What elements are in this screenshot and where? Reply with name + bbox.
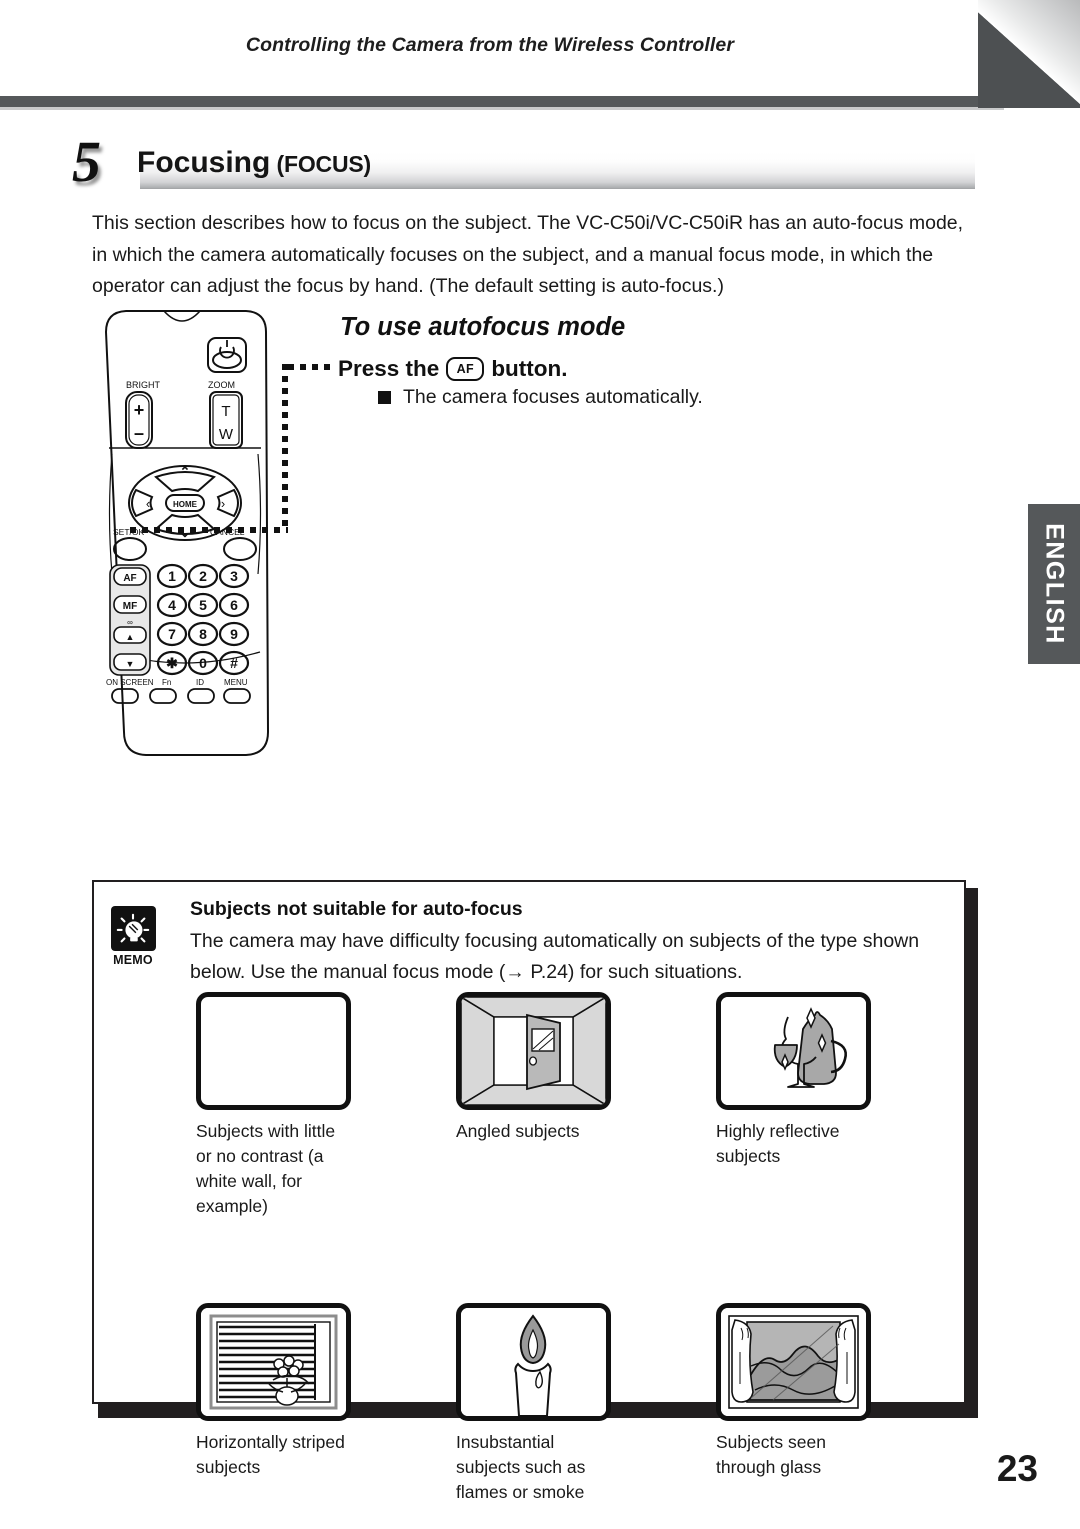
svg-text:MF: MF: [123, 601, 137, 612]
lightbulb-icon: [110, 906, 156, 951]
svg-text:W: W: [219, 426, 234, 443]
svg-text:CANCEL: CANCEL: [210, 527, 245, 537]
svg-text:›: ›: [221, 496, 225, 511]
callout-leader-vertical: [282, 364, 288, 532]
svg-text:∞: ∞: [127, 618, 133, 627]
svg-text:7: 7: [168, 626, 176, 642]
svg-text:SET/OK: SET/OK: [113, 527, 145, 537]
example-cell: Subjects seen through glass: [716, 1303, 871, 1505]
example-caption: Subjects with little or no contrast (a w…: [196, 1121, 336, 1216]
memo-icon: MEMO: [104, 906, 162, 968]
section-title-main: Focusing: [137, 146, 271, 179]
memo-icon-label: MEMO: [113, 953, 153, 967]
example-cell: Highly reflective subjects: [716, 992, 871, 1219]
memo-body: The camera may have difficulty focusing …: [190, 930, 920, 983]
svg-text:‹: ‹: [146, 496, 150, 511]
af-button-chip-icon: AF: [446, 357, 485, 381]
example-cell: Subjects with little or no contrast (a w…: [196, 992, 351, 1219]
svg-text:5: 5: [199, 597, 207, 613]
door-illustration: [461, 997, 606, 1105]
svg-text:AF: AF: [123, 573, 136, 584]
running-head: Controlling the Camera from the Wireless…: [245, 34, 735, 56]
page-number: 23: [996, 1448, 1038, 1489]
example-row-1: Subjects with little or no contrast (a w…: [196, 992, 936, 1219]
document-page: Controlling the Camera from the Wireless…: [0, 0, 1080, 1529]
language-tab-english: ENGLISH: [1028, 504, 1080, 664]
svg-text:HOME: HOME: [173, 500, 198, 509]
header-rule: [0, 96, 1010, 107]
step-instruction: Press the AF button.: [338, 356, 568, 382]
svg-text:Fn: Fn: [162, 678, 171, 687]
header-rule-shadow: [0, 107, 1004, 110]
svg-text:ZOOM: ZOOM: [208, 380, 235, 390]
example-caption: Angled subjects: [456, 1121, 580, 1141]
svg-text:✱: ✱: [166, 655, 178, 671]
svg-text:–: –: [134, 423, 144, 443]
example-row-2: Horizontally striped subjects Insubstant…: [196, 1303, 936, 1505]
section-title-paren: (FOCUS): [270, 151, 372, 177]
svg-text:T: T: [221, 403, 230, 420]
figure-glass-and-pitcher: [716, 992, 871, 1110]
svg-text:0: 0: [199, 655, 207, 671]
svg-text:MENU: MENU: [224, 678, 248, 687]
intro-paragraph: This section describes how to focus on t…: [92, 212, 964, 297]
language-tab-label: ENGLISH: [1040, 523, 1069, 645]
blinds-illustration: [201, 1308, 346, 1416]
example-cell: Horizontally striped subjects: [196, 1303, 351, 1505]
svg-text:#: #: [230, 655, 238, 671]
example-caption: Insubstantial subjects such as flames or…: [456, 1432, 586, 1502]
svg-text:4: 4: [168, 597, 176, 613]
page-corner-gradient: [978, 0, 1080, 108]
example-caption: Horizontally striped subjects: [196, 1432, 345, 1477]
figure-window-landscape: [716, 1303, 871, 1421]
subsection-heading: To use autofocus mode: [340, 313, 626, 341]
power-button-icon: [207, 337, 247, 373]
svg-text:6: 6: [230, 597, 238, 613]
svg-text:▲: ▲: [126, 632, 135, 642]
step-suffix: button.: [491, 356, 568, 381]
lightbulb-glyph: [116, 913, 150, 942]
step-result: The camera focuses automatically.: [378, 386, 703, 409]
wireless-controller-diagram: BRIGHT + – ZOOM T W HOME ⌃ ⌄ ‹ › SET/OK …: [92, 302, 282, 762]
candle-illustration: [461, 1308, 606, 1416]
reflective-objects-illustration: [721, 997, 866, 1105]
callout-leader-top: [288, 364, 336, 370]
svg-text:8: 8: [199, 626, 207, 642]
step-prefix: Press the: [338, 356, 440, 381]
through-glass-illustration: [721, 1308, 866, 1416]
svg-text:ON SCREEN: ON SCREEN: [106, 678, 154, 687]
svg-text:1: 1: [168, 568, 176, 584]
figure-striped-blinds: [196, 1303, 351, 1421]
example-grid: Subjects with little or no contrast (a w…: [196, 992, 936, 1505]
svg-text:▼: ▼: [126, 659, 135, 669]
svg-text:3: 3: [230, 568, 238, 584]
example-cell: Insubstantial subjects such as flames or…: [456, 1303, 611, 1505]
svg-text:+: +: [134, 400, 145, 420]
step-result-text: The camera focuses automatically.: [403, 386, 703, 408]
svg-text:9: 9: [230, 626, 238, 642]
svg-text:BRIGHT: BRIGHT: [126, 380, 161, 390]
figure-blank-white-wall: [196, 992, 351, 1110]
memo-heading: Subjects not suitable for auto-focus: [190, 898, 523, 920]
figure-open-door-angled: [456, 992, 611, 1110]
section-number: 5: [72, 129, 101, 194]
figure-candle-flame: [456, 1303, 611, 1421]
example-caption: Subjects seen through glass: [716, 1432, 826, 1477]
svg-text:⌄: ⌄: [180, 525, 191, 540]
example-cell: Angled subjects: [456, 992, 611, 1219]
page-title: Focusing (FOCUS): [137, 146, 371, 180]
example-caption: Highly reflective subjects: [716, 1121, 840, 1166]
bullet-square-icon: [378, 391, 391, 404]
svg-text:ID: ID: [196, 678, 204, 687]
svg-text:⌃: ⌃: [180, 464, 191, 479]
svg-text:2: 2: [199, 568, 207, 584]
remote-control-svg: BRIGHT + – ZOOM T W HOME ⌃ ⌄ ‹ › SET/OK …: [104, 310, 270, 756]
